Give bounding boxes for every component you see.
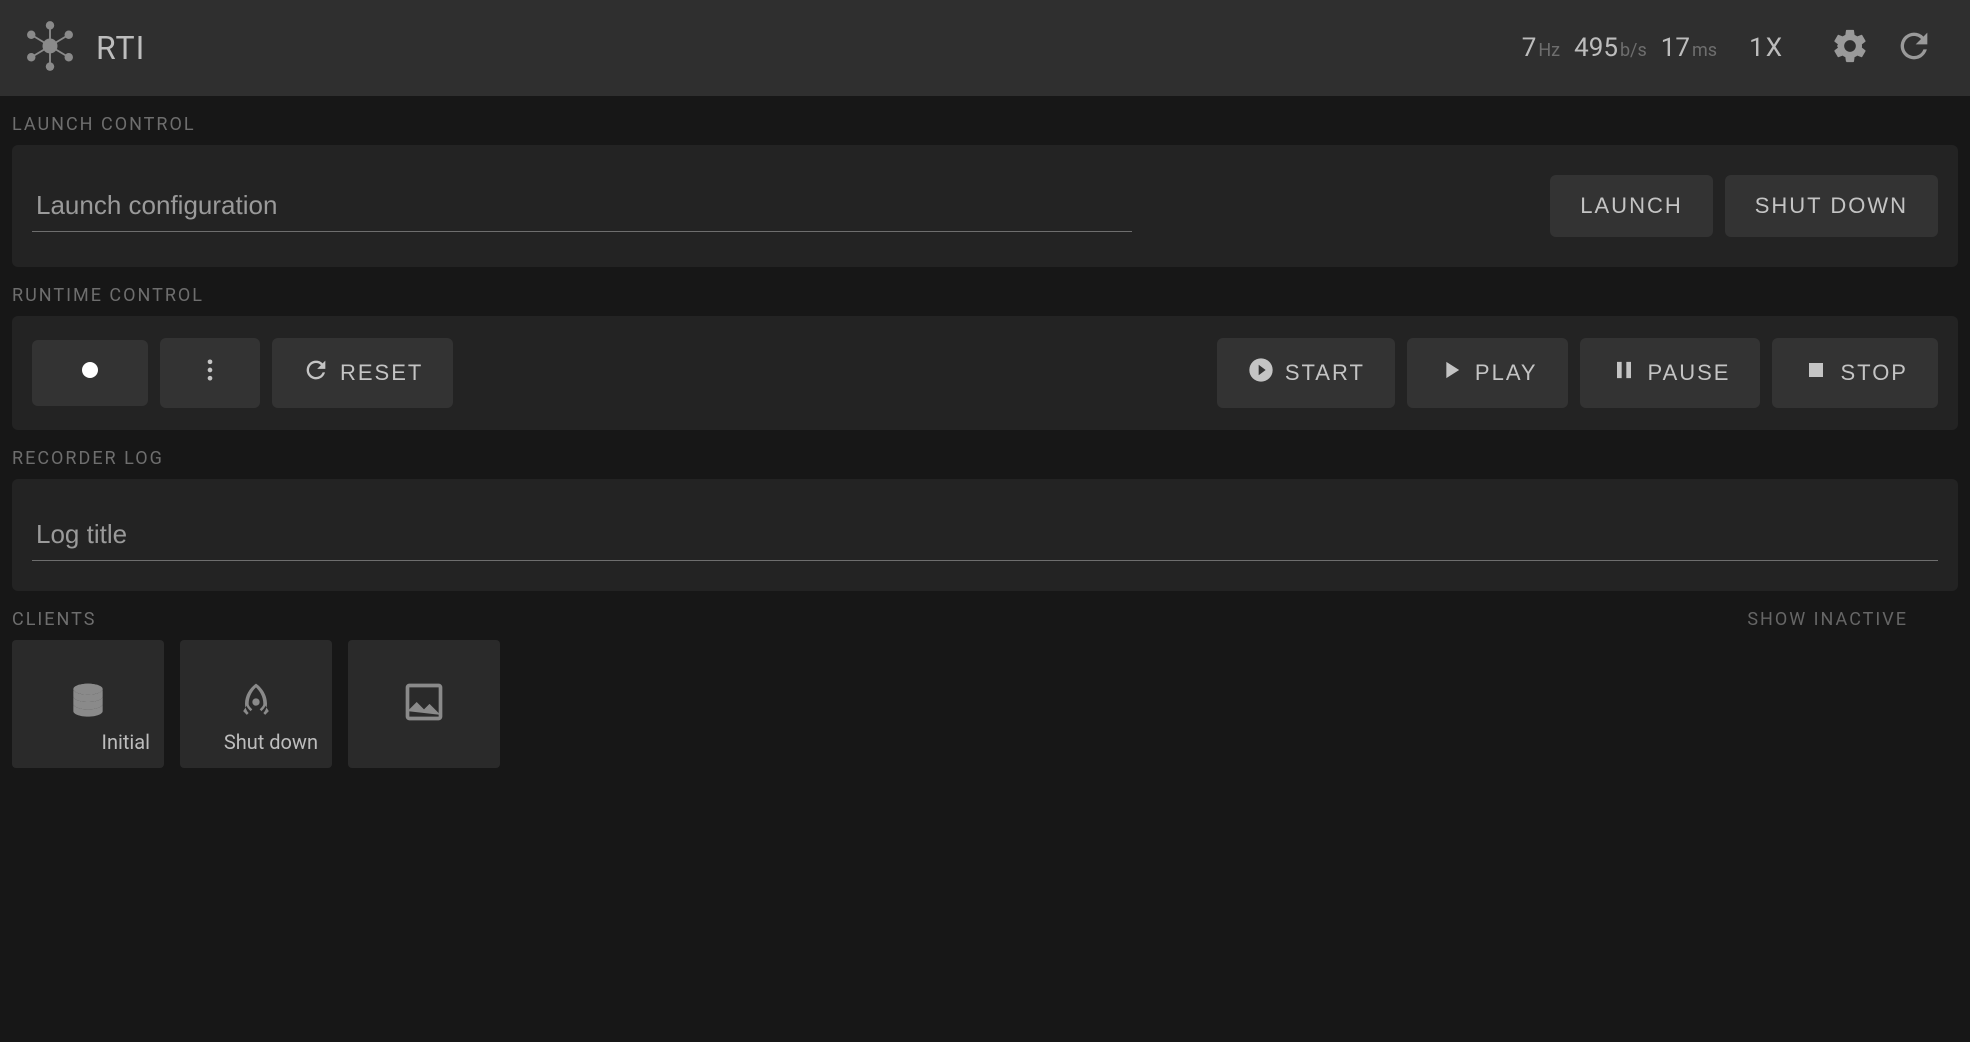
more-vertical-icon — [196, 356, 224, 390]
pause-icon — [1610, 356, 1638, 390]
reset-icon — [302, 356, 330, 390]
client-label: Initial — [102, 730, 151, 754]
stat-hz-value: 7 — [1522, 33, 1537, 63]
launch-config-wrap — [32, 180, 1132, 232]
stop-button-label: STOP — [1840, 360, 1908, 386]
stat-bps: 495 b/s — [1574, 33, 1647, 63]
recorder-section-title: RECORDER LOG — [0, 430, 1970, 479]
client-card-initial[interactable]: Initial — [12, 640, 164, 768]
play-icon — [1437, 356, 1465, 390]
clients-section-title: CLIENTS — [12, 609, 96, 630]
client-card-image[interactable] — [348, 640, 500, 768]
clients-header: CLIENTS SHOW INACTIVE — [0, 591, 1970, 640]
database-icon — [66, 680, 110, 728]
settings-button[interactable] — [1822, 20, 1878, 76]
record-button[interactable] — [32, 340, 148, 406]
play-outline-icon — [1247, 356, 1275, 390]
shutdown-button[interactable]: SHUT DOWN — [1725, 175, 1938, 237]
stat-ms-unit: ms — [1692, 40, 1717, 61]
recorder-panel — [12, 479, 1958, 591]
refresh-button[interactable] — [1886, 20, 1942, 76]
launch-button[interactable]: LAUNCH — [1550, 175, 1712, 237]
pause-button-label: PAUSE — [1648, 360, 1731, 386]
clients-row: Initial Shut down — [0, 640, 1970, 768]
speed-indicator[interactable]: 1X — [1749, 33, 1784, 63]
launch-button-label: LAUNCH — [1580, 193, 1682, 219]
start-button-label: START — [1285, 360, 1365, 386]
reset-button-label: RESET — [340, 360, 423, 386]
logo-wrap: RTI — [20, 16, 145, 80]
launch-section-title: LAUNCH CONTROL — [0, 96, 1970, 145]
stat-bps-unit: b/s — [1620, 40, 1647, 61]
play-button[interactable]: PLAY — [1407, 338, 1568, 408]
app-title: RTI — [96, 29, 145, 67]
start-button[interactable]: START — [1217, 338, 1395, 408]
record-icon — [78, 358, 102, 388]
show-inactive-toggle[interactable]: SHOW INACTIVE — [1747, 609, 1958, 630]
stop-icon — [1802, 356, 1830, 390]
image-icon — [402, 680, 446, 728]
app-header: RTI 7 Hz 495 b/s 17 ms 1X — [0, 0, 1970, 96]
pause-button[interactable]: PAUSE — [1580, 338, 1761, 408]
header-right: 7 Hz 495 b/s 17 ms 1X — [1522, 20, 1942, 76]
launch-panel: LAUNCH SHUT DOWN — [12, 145, 1958, 267]
client-label: Shut down — [224, 730, 318, 754]
refresh-icon — [1894, 26, 1934, 70]
launch-config-input[interactable] — [32, 180, 1132, 232]
shutdown-button-label: SHUT DOWN — [1755, 193, 1908, 219]
stat-ms-value: 17 — [1661, 33, 1690, 63]
log-title-input[interactable] — [32, 509, 1938, 561]
more-options-button[interactable] — [160, 338, 260, 408]
client-card-shutdown[interactable]: Shut down — [180, 640, 332, 768]
rocket-icon — [234, 680, 278, 728]
app-logo-icon — [20, 16, 80, 80]
gear-icon — [1830, 26, 1870, 70]
stat-ms: 17 ms — [1661, 33, 1717, 63]
stop-button[interactable]: STOP — [1772, 338, 1938, 408]
runtime-section-title: RUNTIME CONTROL — [0, 267, 1970, 316]
play-button-label: PLAY — [1475, 360, 1538, 386]
stat-hz-unit: Hz — [1538, 40, 1560, 61]
stat-bps-value: 495 — [1574, 33, 1618, 63]
runtime-panel: RESET START PLAY PAUSE — [12, 316, 1958, 430]
stat-hz: 7 Hz — [1522, 33, 1560, 63]
reset-button[interactable]: RESET — [272, 338, 453, 408]
